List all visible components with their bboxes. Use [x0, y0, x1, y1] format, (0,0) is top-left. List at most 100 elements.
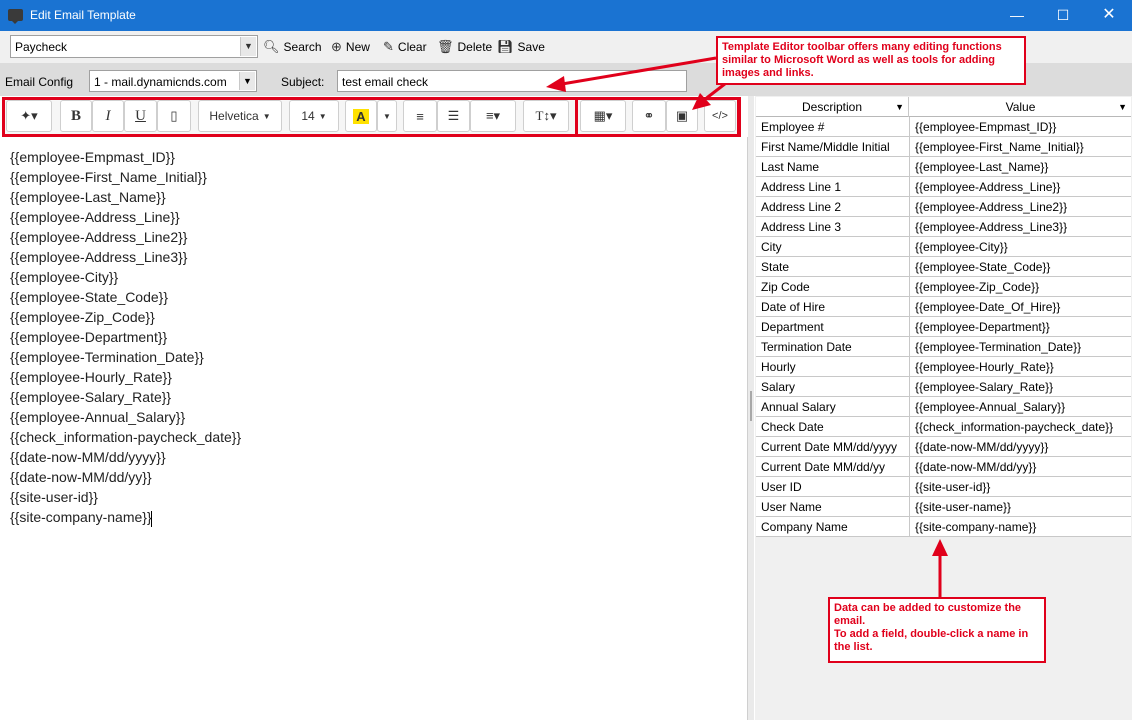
eraser-button[interactable]: ▯ [157, 100, 191, 132]
value-header[interactable]: Value ▼ [910, 97, 1131, 117]
plus-circle-icon: ⊕ [331, 39, 342, 54]
title-bar: Edit Email Template — ☐ ✕ [0, 0, 1132, 31]
table-row[interactable]: Address Line 1 {{employee-Address_Line}} [756, 177, 1131, 197]
description-cell: Termination Date [761, 340, 852, 354]
description-cell: State [761, 260, 790, 274]
font-family-select[interactable]: Helvetica ▼ [198, 100, 282, 132]
value-cell: {{employee-Address_Line}} [915, 180, 1061, 194]
link-button[interactable]: ⚭ [632, 100, 666, 132]
minimize-icon[interactable]: — [994, 0, 1040, 31]
table-row[interactable]: Annual Salary {{employee-Annual_Salary}} [756, 397, 1131, 417]
highlight-dropdown-button[interactable]: ▼ [377, 100, 397, 132]
filter-dropdown-icon[interactable]: ▼ [895, 97, 904, 117]
value-cell: {{employee-Last_Name}} [915, 160, 1049, 174]
splitter[interactable] [748, 96, 754, 720]
editor-line: {{employee-Termination_Date}} [10, 349, 204, 365]
description-cell: Address Line 3 [761, 220, 842, 234]
table-row[interactable]: City {{employee-City}} [756, 237, 1131, 257]
description-cell: Last Name [761, 160, 820, 174]
underline-button[interactable]: U [124, 100, 157, 132]
table-row[interactable]: Address Line 3 {{employee-Address_Line3}} [756, 217, 1131, 237]
editor-content[interactable]: {{employee-Empmast_ID}} {{employee-First_… [0, 137, 748, 720]
table-button[interactable]: ▦▾ [580, 100, 626, 132]
table-row[interactable]: User Name {{site-user-name}} [756, 497, 1131, 517]
delete-button[interactable]: 🗑︎ Delete [437, 38, 492, 56]
image-icon: ▣ [675, 108, 689, 123]
table-row[interactable]: Department {{employee-Department}} [756, 317, 1131, 337]
description-cell: Salary [761, 380, 796, 394]
magic-wand-icon: ✦▾ [20, 108, 38, 123]
numbered-list-button[interactable]: ☰ [437, 100, 470, 132]
chevron-down-icon[interactable]: ▼ [240, 37, 256, 56]
close-icon[interactable]: ✕ [1086, 0, 1132, 31]
description-cell: Date of Hire [761, 300, 826, 314]
editor-line: {{site-user-id}} [10, 489, 98, 505]
description-cell: Company Name [761, 520, 848, 534]
description-cell: City [761, 240, 782, 254]
table-row[interactable]: First Name/Middle Initial {{employee-Firs… [756, 137, 1131, 157]
save-button[interactable]: 💾︎ Save [497, 38, 545, 56]
editor-line: {{employee-Zip_Code}} [10, 309, 155, 325]
value-cell: {{employee-Termination_Date}} [915, 340, 1082, 354]
data-annotation: Data can be added to customize the email… [828, 597, 1046, 663]
align-button[interactable]: ≡▾ [470, 100, 516, 132]
column-divider [909, 397, 910, 417]
description-header[interactable]: Description ▼ [756, 97, 909, 117]
template-select[interactable]: Paycheck ▼ [10, 35, 258, 58]
chevron-down-icon[interactable]: ▼ [239, 72, 255, 90]
table-row[interactable]: State {{employee-State_Code}} [756, 257, 1131, 277]
table-row[interactable]: Current Date MM/dd/yy {{date-now-MM/dd/yy… [756, 457, 1131, 477]
description-cell: Hourly [761, 360, 796, 374]
table-row[interactable]: Address Line 2 {{employee-Address_Line2}} [756, 197, 1131, 217]
value-cell: {{employee-Address_Line3}} [915, 220, 1068, 234]
table-row[interactable]: Check Date {{check_information-paycheck_d… [756, 417, 1131, 437]
search-button[interactable]: 🔍︎ Search [263, 38, 322, 56]
value-cell: {{employee-Address_Line2}} [915, 200, 1068, 214]
table-row[interactable]: Salary {{employee-Salary_Rate}} [756, 377, 1131, 397]
font-size-select[interactable]: 14 ▼ [289, 100, 339, 132]
search-icon: 🔍︎ [263, 39, 280, 54]
magic-wand-button[interactable]: ✦▾ [6, 100, 52, 132]
search-button-label: Search [283, 40, 322, 54]
image-button[interactable]: ▣ [666, 100, 698, 132]
table-row[interactable]: Employee # {{employee-Empmast_ID}} [756, 117, 1131, 137]
new-button[interactable]: ⊕ New [331, 38, 370, 56]
highlight-color-button[interactable]: A [345, 100, 377, 132]
value-cell: {{employee-Salary_Rate}} [915, 380, 1054, 394]
value-cell: {{site-user-id}} [915, 480, 991, 494]
bold-button[interactable]: B [60, 100, 92, 132]
new-button-label: New [345, 40, 370, 54]
italic-button[interactable]: I [92, 100, 124, 132]
column-divider [909, 257, 910, 277]
maximize-icon[interactable]: ☐ [1040, 0, 1086, 31]
editor-line: {{employee-Address_Line}} [10, 209, 180, 225]
text-size-button[interactable]: T↕▾ [523, 100, 569, 132]
numbered-list-icon: ☰ [447, 108, 460, 123]
table-row[interactable]: Date of Hire {{employee-Date_Of_Hire}} [756, 297, 1131, 317]
table-row[interactable]: User ID {{site-user-id}} [756, 477, 1131, 497]
description-cell: First Name/Middle Initial [761, 140, 890, 154]
editor-line: {{employee-Address_Line3}} [10, 249, 188, 265]
column-divider [909, 217, 910, 237]
bullet-list-button[interactable]: ≡ [403, 100, 437, 132]
table-row[interactable]: Termination Date {{employee-Termination_D… [756, 337, 1131, 357]
table-row[interactable]: Zip Code {{employee-Zip_Code}} [756, 277, 1131, 297]
clear-button[interactable]: ✎ Clear [383, 38, 427, 56]
splitter-grip[interactable] [750, 391, 752, 421]
code-view-button[interactable]: </> [704, 100, 736, 132]
editor-line: {{date-now-MM/dd/yy}} [10, 469, 152, 485]
value-cell: {{date-now-MM/dd/yy}} [915, 460, 1037, 474]
text-caret [151, 511, 152, 527]
table-row[interactable]: Company Name {{site-company-name}} [756, 517, 1131, 537]
filter-dropdown-icon[interactable]: ▼ [1118, 97, 1127, 117]
subject-input[interactable]: test email check [337, 70, 687, 92]
table-row[interactable]: Hourly {{employee-Hourly_Rate}} [756, 357, 1131, 377]
email-config-select[interactable]: 1 - mail.dynamicnds.com ▼ [89, 70, 257, 92]
editor-line: {{employee-Address_Line2}} [10, 229, 188, 245]
save-button-label: Save [517, 40, 545, 54]
description-cell: Current Date MM/dd/yy [761, 460, 886, 474]
table-row[interactable]: Current Date MM/dd/yyyy {{date-now-MM/dd/… [756, 437, 1131, 457]
value-cell: {{date-now-MM/dd/yyyy}} [915, 440, 1049, 454]
description-cell: Zip Code [761, 280, 810, 294]
table-row[interactable]: Last Name {{employee-Last_Name}} [756, 157, 1131, 177]
